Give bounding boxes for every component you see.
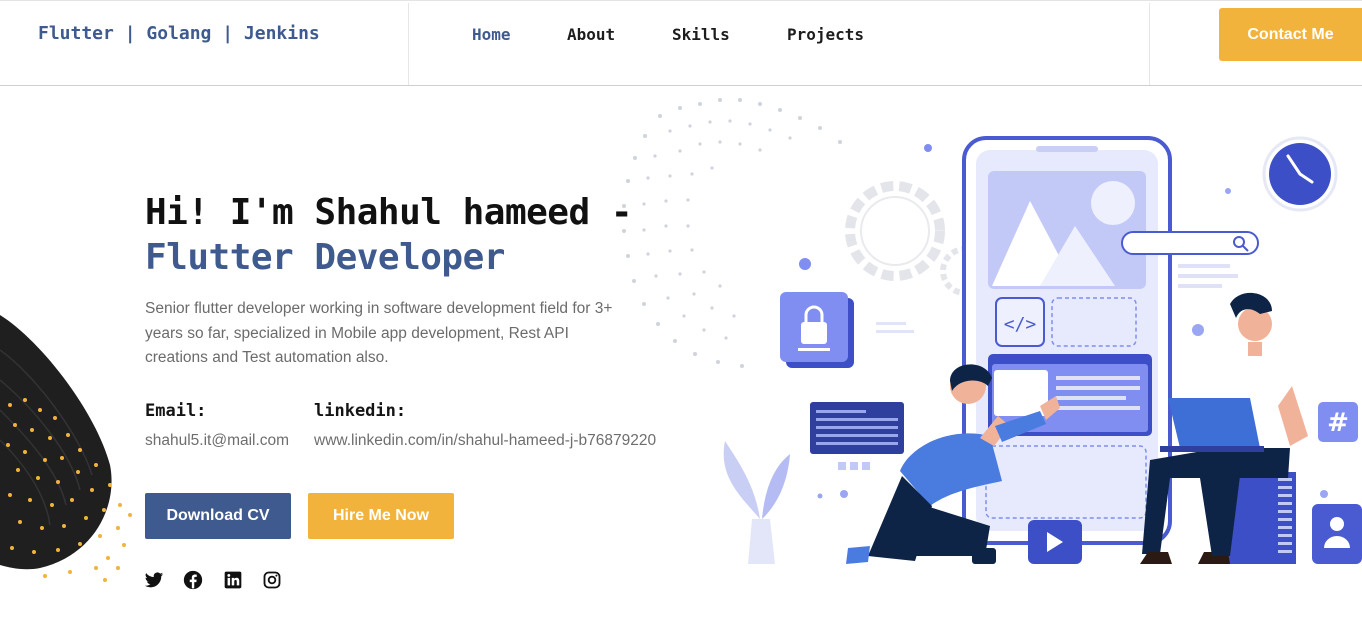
hero-description: Senior flutter developer working in soft… <box>145 300 613 366</box>
download-cv-button[interactable]: Download CV <box>145 493 291 539</box>
site-header: Flutter | Golang | Jenkins Home About Sk… <box>0 0 1362 86</box>
decorative-blob <box>0 315 132 582</box>
facebook-icon[interactable] <box>183 570 203 590</box>
hero-title: Hi! I'm Shahul hameed - Flutter Develope… <box>145 190 633 280</box>
svg-text:#: # <box>1327 408 1349 438</box>
contact-me-button[interactable]: Contact Me <box>1219 8 1362 61</box>
svg-text:</>: </> <box>1004 314 1037 335</box>
hero-title-role: Flutter Developer <box>145 237 505 278</box>
header-divider <box>408 3 409 85</box>
linkedin-label: linkedin: <box>314 401 407 421</box>
nav-projects[interactable]: Projects <box>787 25 864 44</box>
nav-skills[interactable]: Skills <box>672 25 730 44</box>
twitter-icon[interactable] <box>144 570 164 590</box>
email-label: Email: <box>145 401 207 421</box>
email-value[interactable]: shahul5.it@mail.com <box>145 432 289 450</box>
brand-title[interactable]: Flutter | Golang | Jenkins <box>38 23 320 44</box>
nav-about[interactable]: About <box>567 25 615 44</box>
linkedin-icon[interactable] <box>223 570 243 590</box>
developer-illustration: </> # <box>622 98 1362 564</box>
hero-title-line1: Hi! I'm Shahul hameed - <box>145 192 633 233</box>
nav-home[interactable]: Home <box>472 25 511 44</box>
instagram-icon[interactable] <box>262 570 282 590</box>
header-divider <box>1149 3 1150 85</box>
hire-me-button[interactable]: Hire Me Now <box>308 493 454 539</box>
